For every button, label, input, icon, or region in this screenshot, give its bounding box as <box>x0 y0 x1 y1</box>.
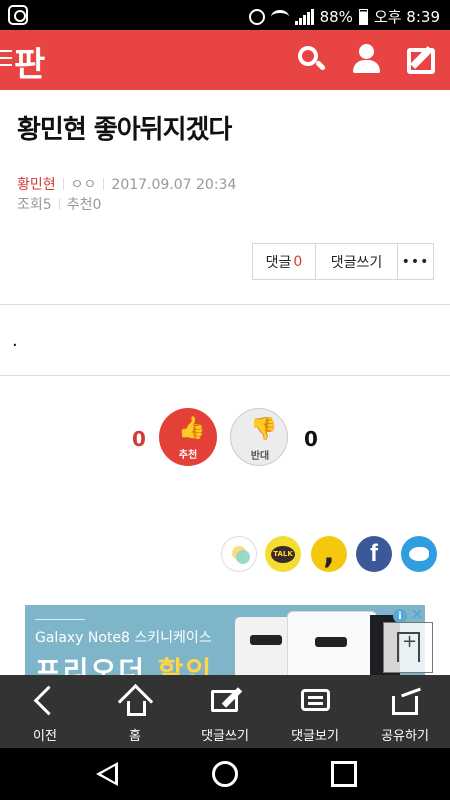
system-nav-bar <box>0 748 450 800</box>
user-icon <box>359 44 374 59</box>
ad-info-icon[interactable]: i <box>393 609 407 623</box>
oppose-vote-count: 0 <box>304 427 318 451</box>
comments-label: 댓글 <box>265 254 292 271</box>
divider <box>0 304 450 305</box>
share-kakaotalk-button[interactable]: TALK <box>265 536 301 572</box>
post-datetime: 2017.09.07 20:34 <box>111 177 237 193</box>
ad-close-icon[interactable]: ✕ <box>411 607 423 623</box>
view-comments-icon <box>299 686 333 716</box>
search-button[interactable] <box>294 43 328 77</box>
recommend-label: 추천 <box>66 197 93 213</box>
app-logo[interactable]: 판 <box>14 37 45 86</box>
ad-headline: 프리오더 할인 <box>35 655 214 675</box>
write-post-button[interactable] <box>405 43 439 77</box>
bookmark-add-button[interactable]: + <box>383 622 433 673</box>
wifi-icon <box>270 9 289 24</box>
share-facebook-button[interactable]: f <box>356 536 392 572</box>
oppose-button[interactable]: 👎 반대 <box>230 408 288 466</box>
toolbar-back-button[interactable]: 이전 <box>0 675 90 748</box>
toolbar-view-comments-button[interactable]: 댓글보기 <box>270 675 360 748</box>
ad-title: Galaxy Note8 스키니케이스 <box>35 630 212 646</box>
back-icon <box>29 686 63 716</box>
comments-button[interactable]: 댓글 0 <box>253 244 316 279</box>
views-count: 5 <box>42 197 52 213</box>
recommend-button-label: 추천 <box>178 450 198 461</box>
twitter-icon <box>409 547 429 561</box>
post-author[interactable]: 황민현 <box>17 177 56 193</box>
post-title: 황민현 좋아뒤지겠다 <box>17 115 232 145</box>
recommend-vote-count: 0 <box>132 427 146 451</box>
thumbs-up-icon: 👍 <box>178 416 206 441</box>
recommend-button[interactable]: 👍 추천 <box>159 408 217 466</box>
share-icon <box>389 686 423 716</box>
more-button[interactable]: ••• <box>398 244 433 279</box>
phone-image <box>287 611 377 675</box>
profile-button[interactable] <box>349 43 383 77</box>
status-bar: 88% 오후 8:39 <box>0 0 450 30</box>
recommend-count: 0 <box>92 197 102 213</box>
home-icon <box>117 683 154 720</box>
bottom-toolbar: 이전 홈 댓글쓰기 댓글보기 공유하기 <box>0 675 450 748</box>
divider <box>0 375 450 376</box>
ad-banner[interactable]: Galaxy Note8 스키니케이스 프리오더 할인 i ✕ <box>25 605 425 675</box>
menu-icon[interactable] <box>0 50 12 68</box>
facebook-icon: f <box>370 540 378 567</box>
notification-app-icon <box>8 5 28 25</box>
toolbar-share-button[interactable]: 공유하기 <box>360 675 450 748</box>
write-comment-icon <box>209 686 243 716</box>
thumbs-down-icon: 👎 <box>250 417 278 442</box>
share-kakaostory-button[interactable] <box>221 536 257 572</box>
nav-home-icon[interactable] <box>212 761 238 787</box>
toolbar-write-comment-button[interactable]: 댓글쓰기 <box>180 675 270 748</box>
alarm-icon <box>248 8 265 25</box>
post-meta: 황민현 ㅇㅇ 2017.09.07 20:34 <box>17 174 236 194</box>
signal-icon <box>294 8 314 25</box>
comments-count: 0 <box>293 253 303 270</box>
comma-icon: , <box>323 536 335 571</box>
battery-percent: 88% <box>319 7 353 26</box>
battery-icon <box>358 8 368 25</box>
toolbar-home-button[interactable]: 홈 <box>90 675 180 748</box>
nav-recent-apps-icon[interactable] <box>331 761 357 787</box>
post-body: . <box>12 330 18 351</box>
write-comment-button[interactable]: 댓글쓰기 <box>316 244 398 279</box>
app-header: 판 <box>0 30 450 90</box>
post-stats: 조회5 추천0 <box>17 194 101 214</box>
views-label: 조회 <box>17 197 43 213</box>
share-twitter-button[interactable] <box>401 536 437 572</box>
oppose-button-label: 반대 <box>250 451 270 462</box>
post-author-sub: ㅇㅇ <box>70 177 97 193</box>
post-actions: 댓글 0 댓글쓰기 ••• <box>252 243 434 280</box>
clock: 오후 8:39 <box>373 8 440 26</box>
share-kakao-channel-button[interactable]: , <box>311 536 347 572</box>
kakaotalk-icon: TALK <box>271 545 295 563</box>
nav-back-icon[interactable] <box>96 762 118 786</box>
